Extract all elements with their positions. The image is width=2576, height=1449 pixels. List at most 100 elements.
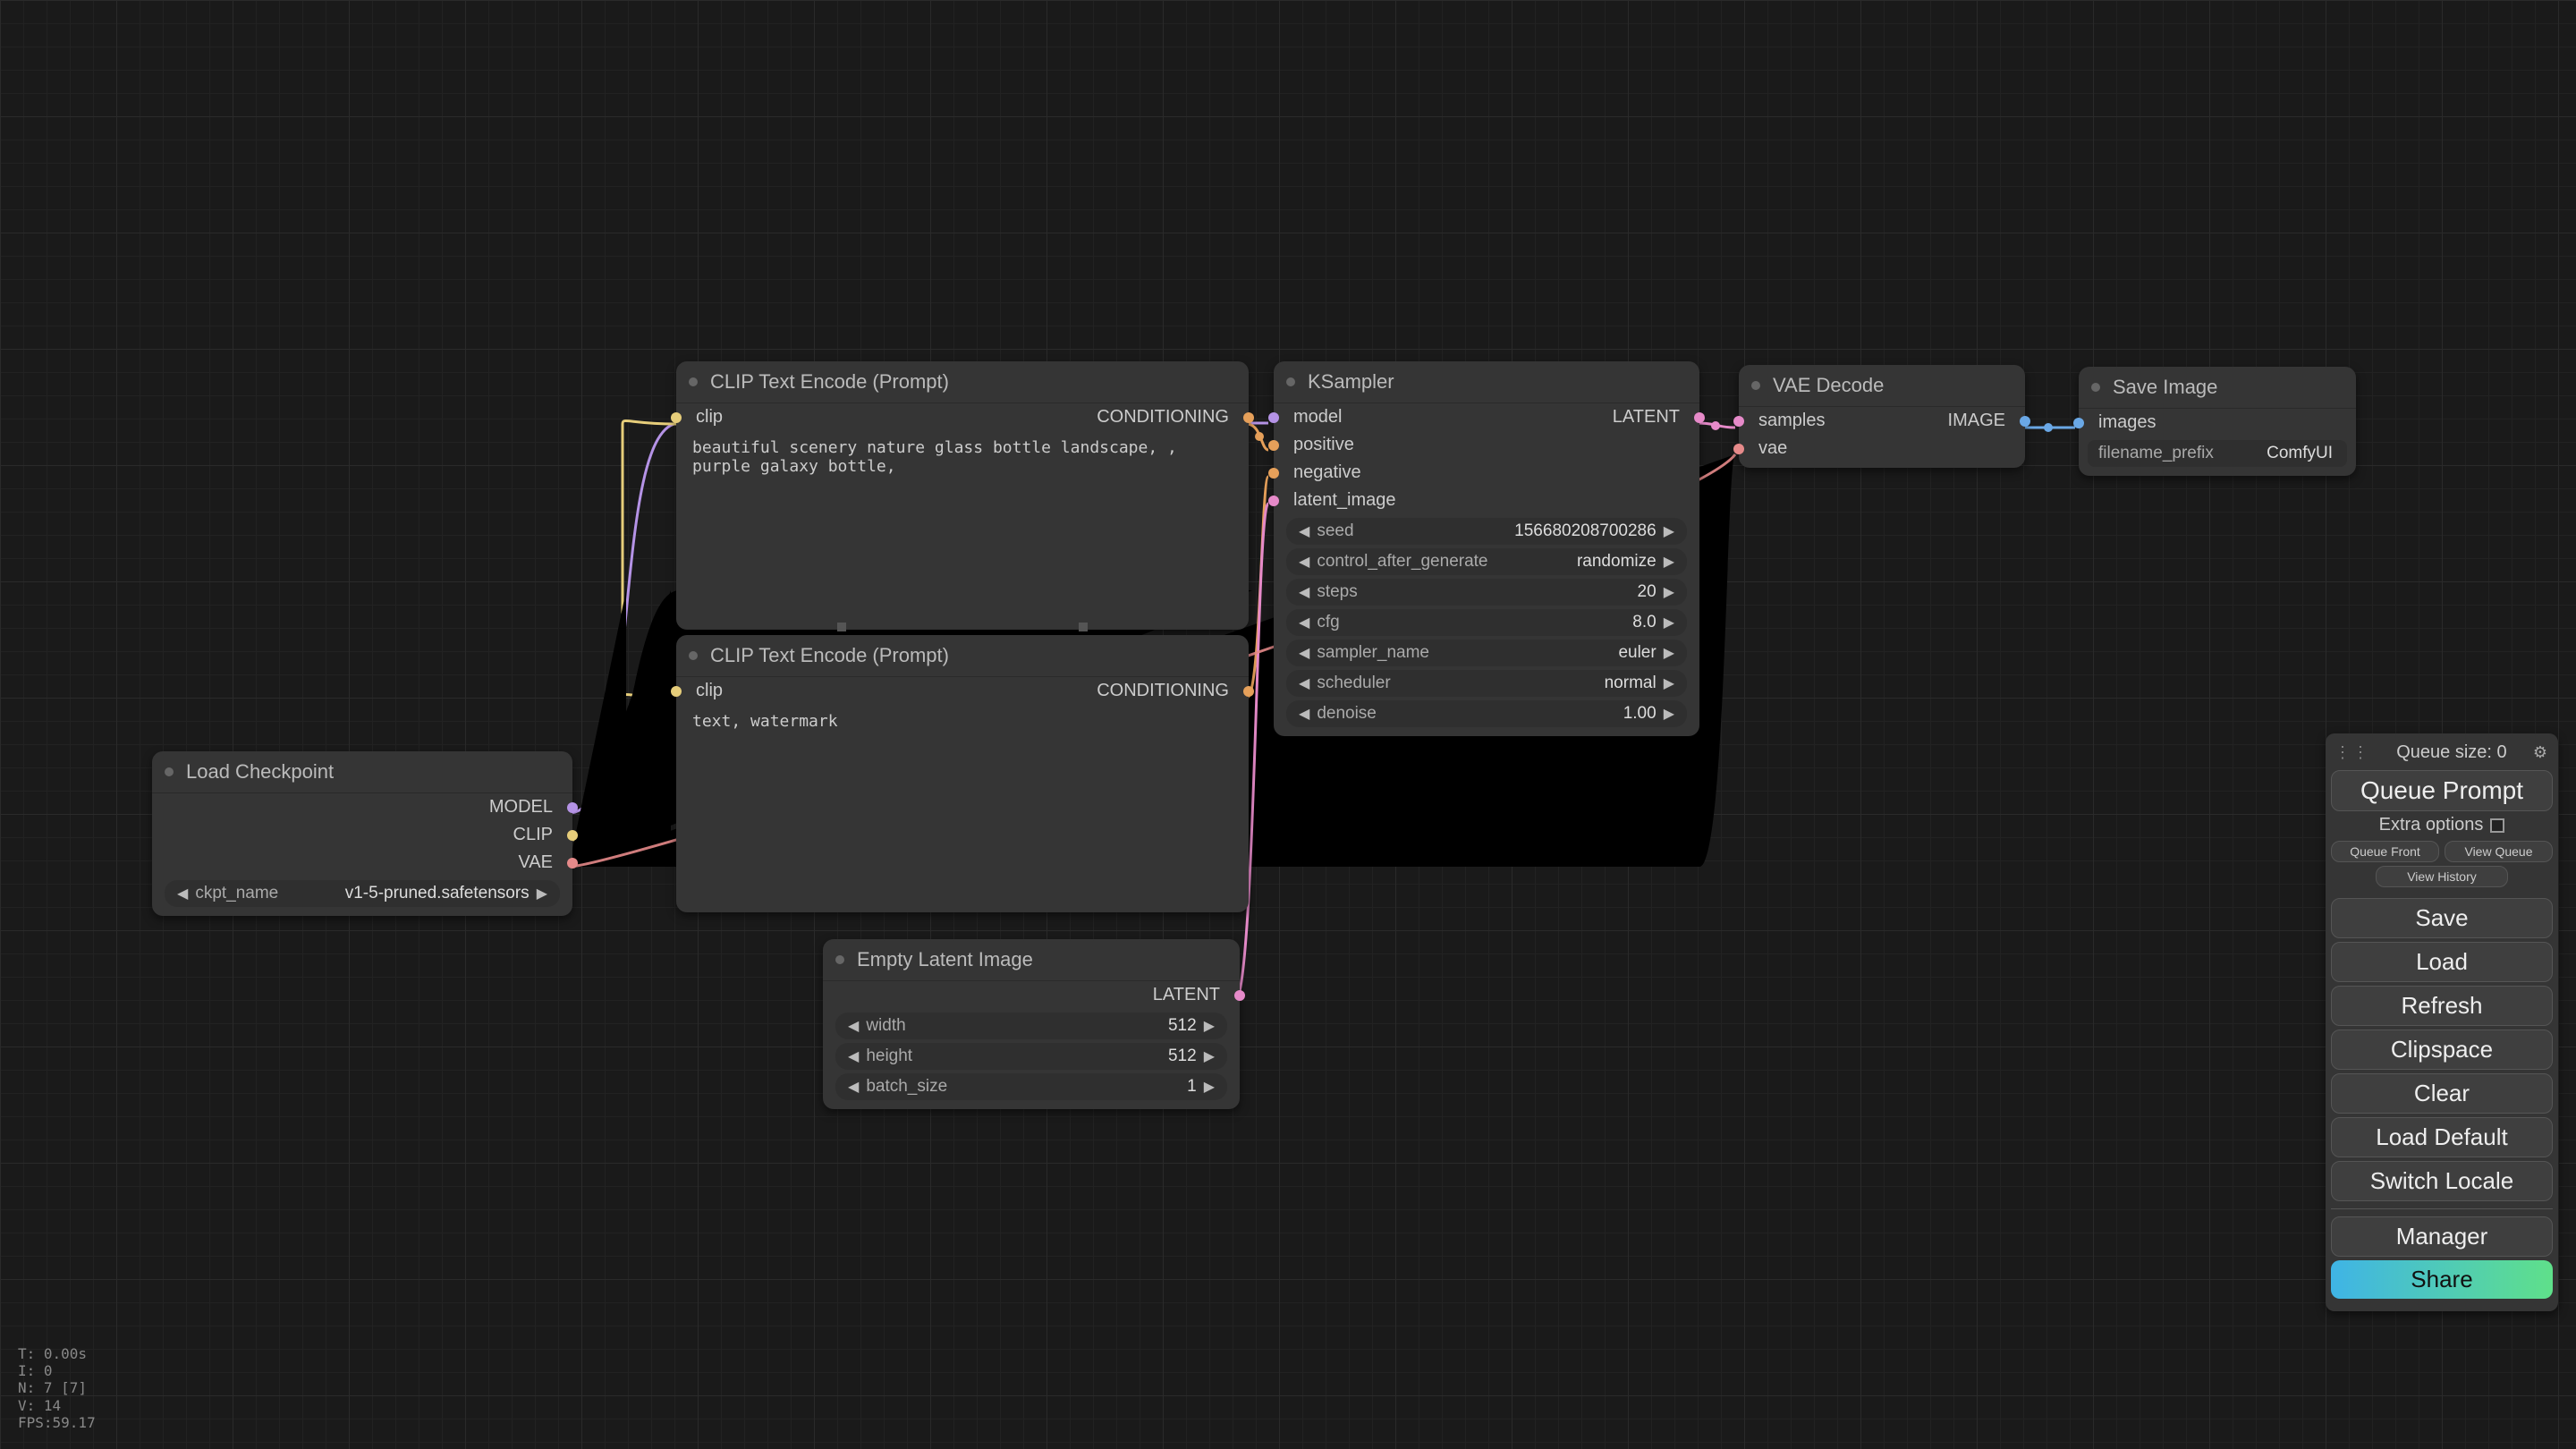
collapse-dot-icon[interactable]	[1751, 381, 1760, 390]
in-vae-port[interactable]	[1733, 444, 1744, 454]
node-title-text: CLIP Text Encode (Prompt)	[710, 644, 949, 667]
chevron-left-icon[interactable]: ◀	[1295, 705, 1313, 723]
node-title-text: Load Checkpoint	[186, 760, 334, 784]
node-clip-text-encode-negative[interactable]: CLIP Text Encode (Prompt) clip CONDITION…	[676, 635, 1249, 912]
seed-widget[interactable]: ◀seed156680208700286▶	[1286, 518, 1687, 545]
in-model-port[interactable]	[1268, 412, 1279, 423]
in-samples-label: samples	[1758, 411, 1825, 431]
chevron-right-icon[interactable]: ▶	[1660, 553, 1678, 571]
out-conditioning-port[interactable]	[1243, 412, 1254, 423]
node-title[interactable]: Empty Latent Image	[823, 939, 1240, 981]
in-images-port[interactable]	[2073, 418, 2084, 428]
scheduler-widget[interactable]: ◀schedulernormal▶	[1286, 670, 1687, 697]
queue-front-button[interactable]: Queue Front	[2331, 841, 2439, 862]
prompt-textarea[interactable]: beautiful scenery nature glass bottle la…	[676, 431, 1249, 492]
out-conditioning-port[interactable]	[1243, 686, 1254, 697]
batch-size-widget[interactable]: ◀batch_size1▶	[835, 1073, 1227, 1100]
refresh-button[interactable]: Refresh	[2331, 986, 2553, 1026]
node-load-checkpoint[interactable]: Load Checkpoint MODEL CLIP VAE ◀ ckpt_na…	[152, 751, 572, 916]
node-title[interactable]: KSampler	[1274, 361, 1699, 403]
out-clip-port[interactable]	[567, 830, 578, 841]
switch-locale-button[interactable]: Switch Locale	[2331, 1161, 2553, 1201]
out-vae-port[interactable]	[567, 858, 578, 869]
ckpt-name-widget[interactable]: ◀ ckpt_name v1-5-pruned.safetensors ▶	[165, 880, 560, 907]
in-positive-port[interactable]	[1268, 440, 1279, 451]
out-model-port[interactable]	[567, 802, 578, 813]
node-vae-decode[interactable]: VAE Decode samples IMAGE vae	[1739, 365, 2025, 468]
in-latent-port[interactable]	[1268, 496, 1279, 506]
in-negative-port[interactable]	[1268, 468, 1279, 479]
chevron-left-icon[interactable]: ◀	[1295, 674, 1313, 692]
prompt-textarea[interactable]: text, watermark	[676, 705, 1249, 747]
chevron-left-icon[interactable]: ◀	[844, 1017, 862, 1035]
node-title[interactable]: CLIP Text Encode (Prompt)	[676, 361, 1249, 403]
extra-options-checkbox[interactable]	[2490, 818, 2504, 833]
in-images-label: images	[2098, 412, 2156, 433]
node-clip-text-encode-positive[interactable]: CLIP Text Encode (Prompt) clip CONDITION…	[676, 361, 1249, 630]
node-title[interactable]: VAE Decode	[1739, 365, 2025, 407]
chevron-right-icon[interactable]: ▶	[1660, 644, 1678, 662]
chevron-right-icon[interactable]: ▶	[1660, 674, 1678, 692]
chevron-left-icon[interactable]: ◀	[174, 885, 191, 902]
denoise-widget[interactable]: ◀denoise1.00▶	[1286, 700, 1687, 727]
manager-button[interactable]: Manager	[2331, 1216, 2553, 1257]
chevron-left-icon[interactable]: ◀	[844, 1078, 862, 1096]
node-save-image[interactable]: Save Image images filename_prefix ComfyU…	[2079, 367, 2356, 476]
collapse-dot-icon[interactable]	[1286, 377, 1295, 386]
queue-prompt-button[interactable]: Queue Prompt	[2331, 770, 2553, 811]
height-widget[interactable]: ◀height512▶	[835, 1043, 1227, 1070]
filename-prefix-widget[interactable]: filename_prefix ComfyUI	[2088, 440, 2347, 467]
chevron-right-icon[interactable]: ▶	[1660, 583, 1678, 601]
load-default-button[interactable]: Load Default	[2331, 1117, 2553, 1157]
chevron-left-icon[interactable]: ◀	[1295, 644, 1313, 662]
collapse-dot-icon[interactable]	[835, 955, 844, 964]
collapse-dot-icon[interactable]	[689, 377, 698, 386]
node-empty-latent-image[interactable]: Empty Latent Image LATENT ◀width512▶ ◀he…	[823, 939, 1240, 1109]
cfg-widget[interactable]: ◀cfg8.0▶	[1286, 609, 1687, 636]
node-ksampler[interactable]: KSampler model LATENT positive negative …	[1274, 361, 1699, 736]
in-vae-label: vae	[1758, 438, 1787, 459]
view-queue-button[interactable]: View Queue	[2445, 841, 2553, 862]
divider	[2331, 1208, 2553, 1209]
out-image-port[interactable]	[2020, 416, 2030, 427]
chevron-left-icon[interactable]: ◀	[1295, 522, 1313, 540]
chevron-right-icon[interactable]: ▶	[1660, 522, 1678, 540]
chevron-right-icon[interactable]: ▶	[1200, 1047, 1218, 1065]
chevron-right-icon[interactable]: ▶	[1660, 614, 1678, 631]
chevron-left-icon[interactable]: ◀	[1295, 553, 1313, 571]
in-clip-label: clip	[696, 681, 723, 701]
share-button[interactable]: Share	[2331, 1260, 2553, 1299]
clipspace-button[interactable]: Clipspace	[2331, 1030, 2553, 1070]
control-panel[interactable]: ⋮⋮ Queue size: 0 ⚙ Queue Prompt Extra op…	[2326, 733, 2558, 1311]
steps-widget[interactable]: ◀steps20▶	[1286, 579, 1687, 606]
collapse-dot-icon[interactable]	[689, 651, 698, 660]
chevron-left-icon[interactable]: ◀	[1295, 583, 1313, 601]
width-widget[interactable]: ◀width512▶	[835, 1013, 1227, 1039]
gear-icon[interactable]: ⚙	[2533, 743, 2547, 762]
chevron-right-icon[interactable]: ▶	[533, 885, 551, 902]
node-canvas[interactable]: Load Checkpoint MODEL CLIP VAE ◀ ckpt_na…	[0, 0, 2576, 1449]
node-title[interactable]: Save Image	[2079, 367, 2356, 409]
collapse-dot-icon[interactable]	[2091, 383, 2100, 392]
in-samples-port[interactable]	[1733, 416, 1744, 427]
grip-icon[interactable]: ⋮⋮	[2334, 743, 2370, 762]
save-button[interactable]: Save	[2331, 898, 2553, 938]
sampler-name-widget[interactable]: ◀sampler_nameeuler▶	[1286, 640, 1687, 666]
in-clip-port[interactable]	[671, 412, 682, 423]
load-button[interactable]: Load	[2331, 942, 2553, 982]
in-clip-port[interactable]	[671, 686, 682, 697]
node-title[interactable]: CLIP Text Encode (Prompt)	[676, 635, 1249, 677]
chevron-right-icon[interactable]: ▶	[1200, 1017, 1218, 1035]
chevron-right-icon[interactable]: ▶	[1200, 1078, 1218, 1096]
node-title[interactable]: Load Checkpoint	[152, 751, 572, 793]
chevron-left-icon[interactable]: ◀	[844, 1047, 862, 1065]
collapse-dot-icon[interactable]	[165, 767, 174, 776]
out-latent-port[interactable]	[1234, 990, 1245, 1001]
clear-button[interactable]: Clear	[2331, 1073, 2553, 1114]
view-history-button[interactable]: View History	[2376, 866, 2509, 887]
control-after-generate-widget[interactable]: ◀control_after_generaterandomize▶	[1286, 548, 1687, 575]
chevron-left-icon[interactable]: ◀	[1295, 614, 1313, 631]
chevron-right-icon[interactable]: ▶	[1660, 705, 1678, 723]
out-latent-port[interactable]	[1694, 412, 1705, 423]
in-model-label: model	[1293, 407, 1342, 428]
